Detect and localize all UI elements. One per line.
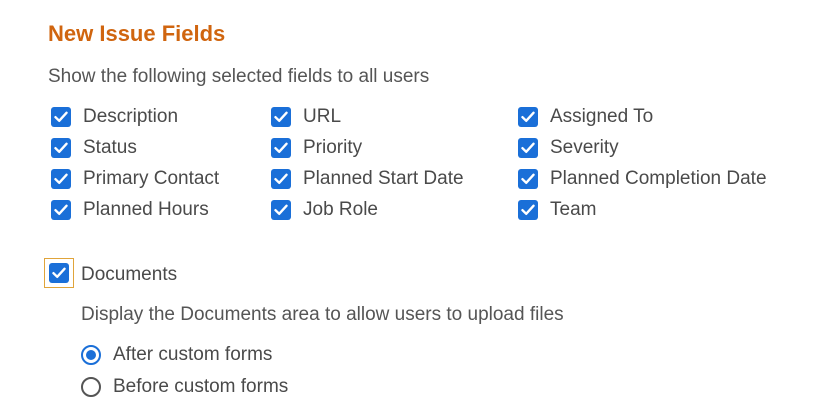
- field-team[interactable]: Team: [518, 196, 596, 224]
- field-severity[interactable]: Severity: [518, 134, 619, 162]
- field-status[interactable]: Status: [51, 134, 137, 162]
- documents-label[interactable]: Documents: [81, 264, 177, 286]
- field-planned-hours[interactable]: Planned Hours: [51, 196, 209, 224]
- section-subtitle: Show the following selected fields to al…: [48, 66, 430, 87]
- field-label: Planned Start Date: [303, 168, 464, 189]
- field-assigned-to[interactable]: Assigned To: [518, 103, 653, 131]
- radio-label: After custom forms: [113, 344, 273, 365]
- radio-after-custom-forms[interactable]: After custom forms: [81, 341, 272, 369]
- checkbox-checked-icon[interactable]: [518, 200, 538, 220]
- radio-dot: [86, 350, 96, 360]
- radio-unselected-icon[interactable]: [81, 377, 101, 397]
- checkbox-checked-icon[interactable]: [271, 169, 291, 189]
- field-planned-start-date[interactable]: Planned Start Date: [271, 165, 464, 193]
- checkbox-checked-icon[interactable]: [518, 169, 538, 189]
- field-label: Team: [550, 199, 597, 220]
- field-label: Severity: [550, 137, 619, 158]
- field-label: Assigned To: [550, 106, 654, 127]
- section-title: New Issue Fields: [48, 21, 226, 46]
- field-label: URL: [303, 106, 342, 127]
- field-label: Priority: [303, 137, 363, 158]
- field-job-role[interactable]: Job Role: [271, 196, 378, 224]
- checkbox-checked-icon[interactable]: [271, 138, 291, 158]
- checkbox-checked-icon[interactable]: [51, 200, 71, 220]
- field-label: Primary Contact: [83, 168, 220, 189]
- checkbox-checked-icon[interactable]: [518, 107, 538, 127]
- checkbox-checked-icon[interactable]: [51, 169, 71, 189]
- checkbox-checked-icon[interactable]: [49, 263, 69, 283]
- checkbox-checked-icon[interactable]: [271, 200, 291, 220]
- radio-selected-icon[interactable]: [81, 345, 101, 365]
- field-priority[interactable]: Priority: [271, 134, 362, 162]
- field-description[interactable]: Description: [51, 103, 178, 131]
- field-primary-contact[interactable]: Primary Contact: [51, 165, 219, 193]
- checkbox-checked-icon[interactable]: [271, 107, 291, 127]
- radio-label: Before custom forms: [113, 376, 289, 397]
- field-url[interactable]: URL: [271, 103, 341, 131]
- radio-before-custom-forms[interactable]: Before custom forms: [81, 373, 288, 401]
- field-label: Job Role: [303, 199, 378, 220]
- checkbox-checked-icon[interactable]: [51, 107, 71, 127]
- field-label: Planned Hours: [83, 199, 209, 220]
- field-label: Status: [83, 137, 137, 158]
- documents-description: Display the Documents area to allow user…: [81, 304, 564, 325]
- documents-checkbox[interactable]: [44, 258, 74, 288]
- checkbox-checked-icon[interactable]: [518, 138, 538, 158]
- field-label: Planned Completion Date: [550, 168, 767, 189]
- field-planned-completion-date[interactable]: Planned Completion Date: [518, 165, 767, 193]
- field-label: Description: [83, 106, 179, 127]
- checkbox-checked-icon[interactable]: [51, 138, 71, 158]
